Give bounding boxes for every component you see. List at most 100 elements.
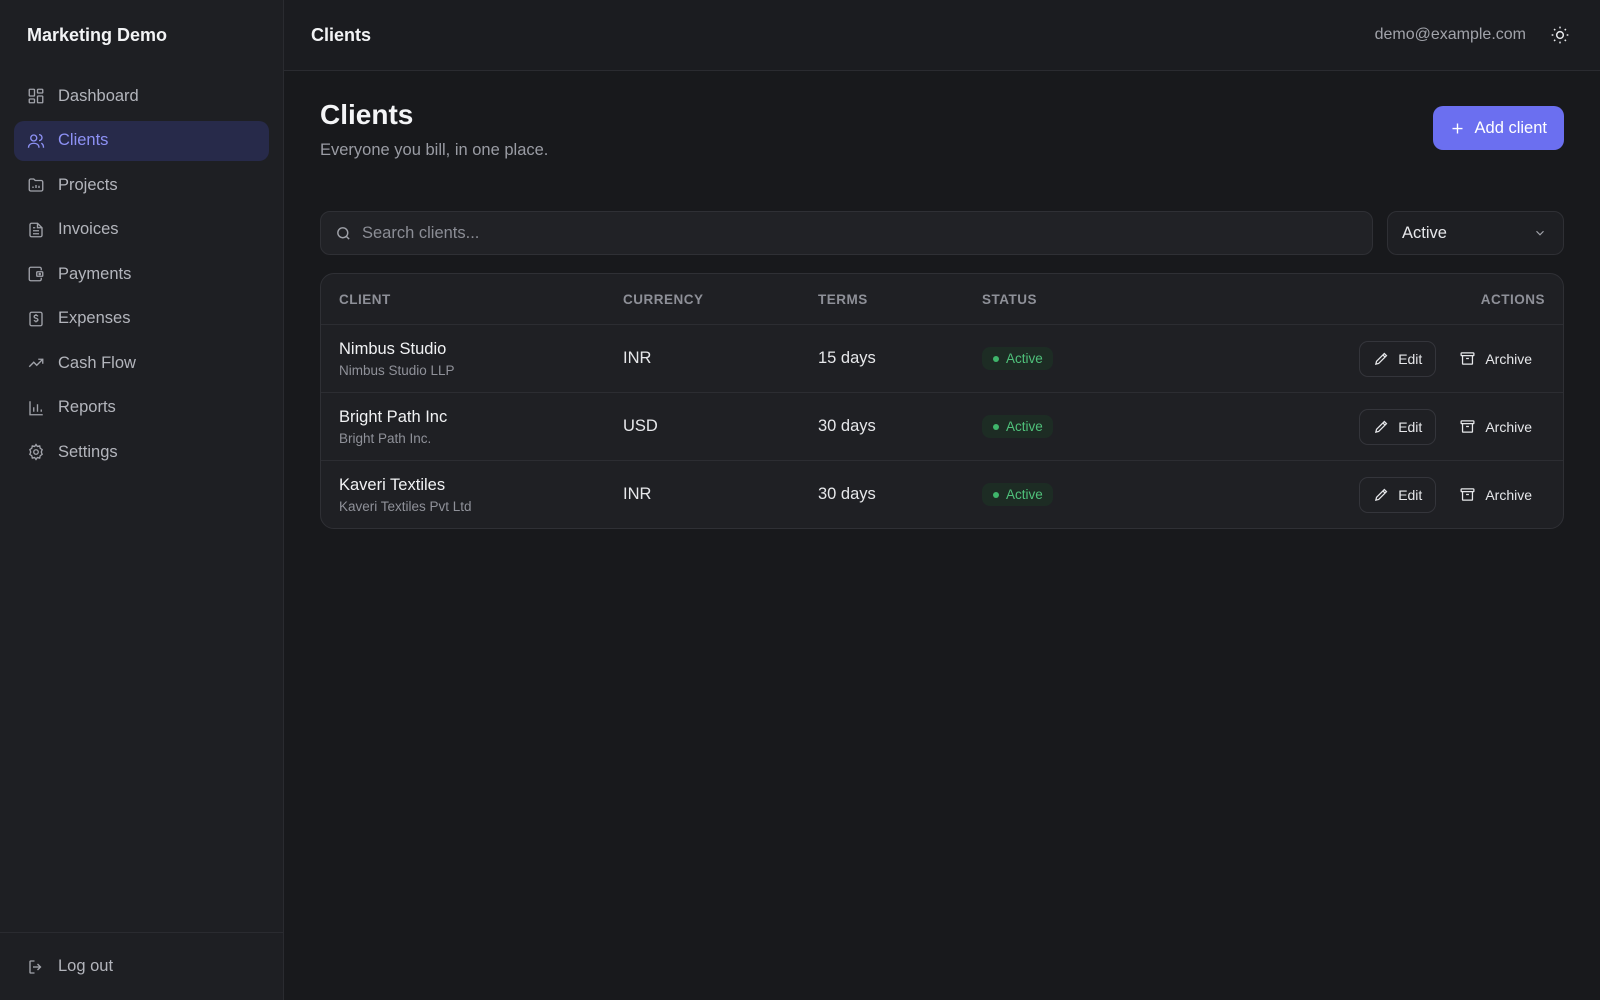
user-email: demo@example.com bbox=[1374, 26, 1526, 43]
header-status: STATUS bbox=[982, 291, 1037, 307]
sidebar-item-invoices[interactable]: Invoices bbox=[14, 210, 269, 250]
pencil-icon bbox=[1375, 420, 1388, 434]
status-filter-value: Active bbox=[1402, 223, 1447, 242]
terms-cell: 30 days bbox=[818, 485, 876, 503]
client-legal-name: Bright Path Inc. bbox=[339, 430, 432, 446]
status-cell: Active bbox=[982, 347, 1182, 370]
clients-table: CLIENT CURRENCY TERMS STATUS ACTIONS Nim… bbox=[320, 273, 1564, 529]
add-client-button[interactable]: Add client bbox=[1432, 106, 1564, 150]
archive-label: Archive bbox=[1485, 350, 1532, 367]
document-icon bbox=[27, 221, 45, 239]
wallet-icon bbox=[27, 265, 45, 283]
archive-icon bbox=[1460, 352, 1475, 365]
folder-icon bbox=[27, 176, 45, 194]
header-client: CLIENT bbox=[339, 291, 391, 307]
client-legal-name: Nimbus Studio LLP bbox=[339, 362, 455, 378]
client-cell: Nimbus Studio Nimbus Studio LLP bbox=[321, 340, 623, 378]
logout-icon bbox=[27, 958, 45, 976]
edit-button[interactable]: Edit bbox=[1359, 408, 1437, 445]
client-name: Nimbus Studio bbox=[339, 339, 447, 358]
edit-button[interactable]: Edit bbox=[1359, 340, 1437, 377]
sidebar-item-cash-flow[interactable]: Cash Flow bbox=[14, 343, 269, 383]
page-title: Clients bbox=[320, 99, 414, 130]
sidebar-item-label: Reports bbox=[58, 398, 116, 416]
search-input[interactable] bbox=[362, 223, 1372, 243]
logout-label: Log out bbox=[58, 957, 114, 975]
plus-icon bbox=[1452, 123, 1463, 133]
status-label: Active bbox=[1006, 419, 1043, 434]
status-badge: Active bbox=[982, 415, 1053, 438]
sidebar-footer: Log out bbox=[0, 932, 283, 1000]
archive-icon bbox=[1460, 420, 1475, 433]
header-currency: CURRENCY bbox=[623, 291, 704, 307]
client-cell: Bright Path Inc Bright Path Inc. bbox=[321, 408, 623, 446]
currency-cell: USD bbox=[623, 417, 658, 435]
sidebar-item-label: Projects bbox=[58, 175, 118, 194]
table-row: Kaveri Textiles Kaveri Textiles Pvt Ltd … bbox=[321, 460, 1563, 528]
sidebar-item-label: Invoices bbox=[58, 220, 119, 238]
archive-button[interactable]: Archive bbox=[1446, 409, 1545, 445]
status-label: Active bbox=[1006, 487, 1043, 502]
edit-label: Edit bbox=[1398, 486, 1423, 503]
client-cell: Kaveri Textiles Kaveri Textiles Pvt Ltd bbox=[321, 476, 623, 514]
header-actions-label: ACTIONS bbox=[1480, 291, 1545, 307]
edit-label: Edit bbox=[1398, 350, 1423, 367]
status-dot bbox=[993, 355, 999, 362]
row-actions: Edit Archive bbox=[1359, 408, 1545, 445]
topbar: Clients demo@example.com bbox=[284, 0, 1600, 71]
status-filter-select[interactable]: Active bbox=[1387, 211, 1564, 255]
trend-icon bbox=[27, 354, 45, 372]
status-badge: Active bbox=[982, 483, 1053, 506]
gear-icon bbox=[27, 443, 45, 461]
sidebar-item-payments[interactable]: Payments bbox=[14, 254, 269, 294]
sidebar-item-clients[interactable]: Clients bbox=[14, 120, 269, 161]
search-icon bbox=[337, 226, 350, 240]
status-cell: Active bbox=[982, 483, 1182, 506]
main-area: Clients demo@example.com Clients Everyon… bbox=[284, 0, 1600, 1000]
archive-label: Archive bbox=[1485, 418, 1532, 435]
actions-cell: Edit Archive bbox=[1182, 340, 1563, 377]
sidebar: Marketing Demo Dashboard Clients Project… bbox=[0, 0, 284, 1000]
status-cell: Active bbox=[982, 415, 1182, 438]
sidebar-item-label: Dashboard bbox=[58, 86, 139, 105]
edit-label: Edit bbox=[1398, 418, 1423, 435]
brand-title: Marketing Demo bbox=[27, 24, 168, 45]
archive-label: Archive bbox=[1485, 486, 1532, 503]
sidebar-item-reports[interactable]: Reports bbox=[14, 388, 269, 428]
archive-icon bbox=[1460, 488, 1475, 501]
terms-cell: 15 days bbox=[818, 349, 876, 367]
actions-cell: Edit Archive bbox=[1182, 408, 1563, 445]
theme-toggle-sun-icon[interactable] bbox=[1550, 25, 1570, 45]
app-shell: Marketing Demo Dashboard Clients Project… bbox=[0, 0, 1600, 1000]
sidebar-item-settings[interactable]: Settings bbox=[14, 432, 269, 472]
status-dot bbox=[993, 423, 999, 430]
page-header: Clients Everyone you bill, in one place.… bbox=[320, 99, 1564, 211]
header-terms: TERMS bbox=[818, 291, 868, 307]
terms-cell: 30 days bbox=[818, 417, 876, 435]
sidebar-item-projects[interactable]: Projects bbox=[14, 165, 269, 205]
page-subtitle: Everyone you bill, in one place. bbox=[320, 141, 549, 159]
sidebar-item-label: Clients bbox=[58, 131, 109, 149]
filters-bar: Active bbox=[320, 211, 1564, 255]
archive-button[interactable]: Archive bbox=[1446, 341, 1545, 377]
sidebar-item-label: Cash Flow bbox=[58, 353, 136, 372]
currency-cell: INR bbox=[623, 349, 652, 367]
sidebar-nav: Dashboard Clients Projects Invoices Paym… bbox=[0, 70, 283, 477]
client-name: Kaveri Textiles bbox=[339, 475, 446, 494]
sidebar-item-label: Settings bbox=[58, 442, 118, 461]
client-name: Bright Path Inc bbox=[339, 407, 448, 426]
topbar-title: Clients bbox=[311, 24, 372, 45]
sidebar-item-expenses[interactable]: Expenses bbox=[14, 299, 269, 339]
dashboard-icon bbox=[27, 87, 45, 105]
content: Clients Everyone you bill, in one place.… bbox=[284, 71, 1600, 529]
client-legal-name: Kaveri Textiles Pvt Ltd bbox=[339, 498, 472, 514]
sidebar-item-dashboard[interactable]: Dashboard bbox=[14, 76, 269, 116]
table-row: Nimbus Studio Nimbus Studio LLP INR 15 d… bbox=[321, 324, 1563, 392]
edit-button[interactable]: Edit bbox=[1359, 476, 1437, 513]
logout-button[interactable]: Log out bbox=[27, 957, 113, 976]
archive-button[interactable]: Archive bbox=[1446, 477, 1545, 513]
status-badge: Active bbox=[982, 347, 1053, 370]
pencil-icon bbox=[1375, 488, 1388, 502]
pencil-icon bbox=[1375, 352, 1388, 366]
sidebar-item-label: Payments bbox=[58, 264, 132, 283]
